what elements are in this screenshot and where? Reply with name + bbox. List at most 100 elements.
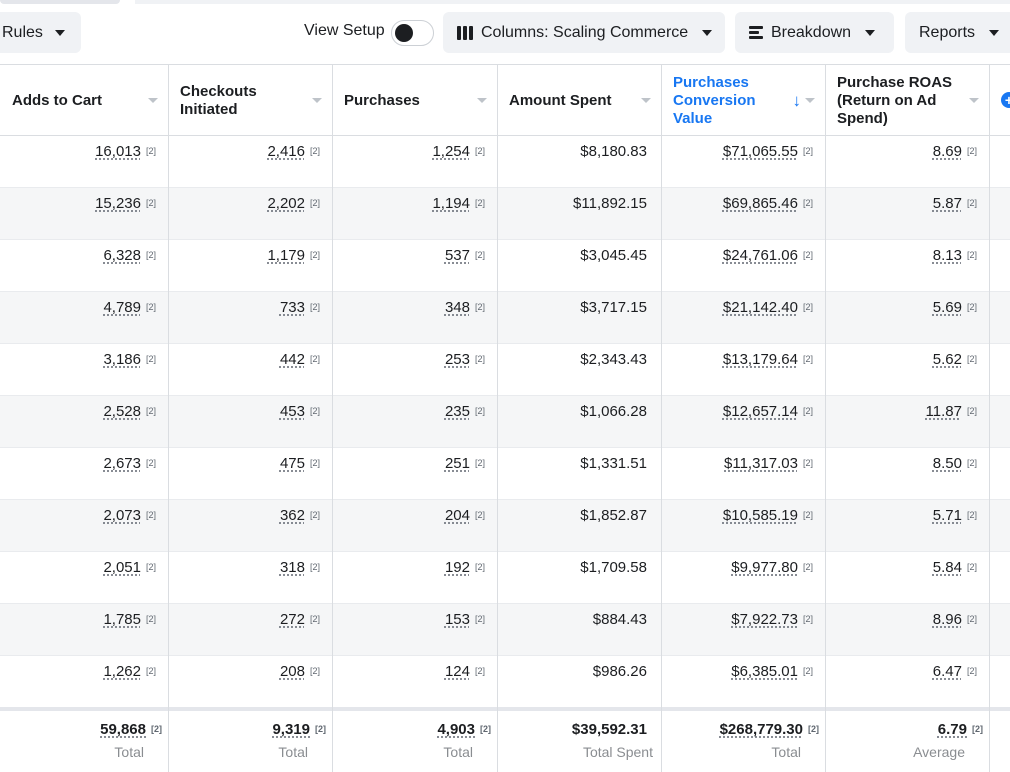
- column-menu-caret-icon[interactable]: [477, 98, 487, 103]
- column-menu-caret-icon[interactable]: [805, 98, 815, 103]
- cell-number[interactable]: 1,262: [103, 663, 141, 680]
- cell-number[interactable]: 2,073: [103, 507, 141, 524]
- cell-number[interactable]: 475: [280, 455, 305, 472]
- cell-number[interactable]: 204: [445, 507, 470, 524]
- cell-number[interactable]: 733: [280, 299, 305, 316]
- cell-number: $11,892.15: [573, 195, 647, 212]
- cell-number[interactable]: 124: [445, 663, 470, 680]
- cell-number[interactable]: 153: [445, 611, 470, 628]
- cell-number[interactable]: 235: [445, 403, 470, 420]
- cell-number[interactable]: 1,785: [103, 611, 141, 628]
- cell-number[interactable]: 5.87: [933, 195, 962, 212]
- cell-value: $11,892.15: [573, 195, 647, 212]
- table-cell-amount-spent: $8,180.83: [497, 136, 661, 188]
- cell-number[interactable]: 2,673: [103, 455, 141, 472]
- column-divider: [825, 64, 826, 772]
- column-menu-caret-icon[interactable]: [148, 98, 158, 103]
- cell-number[interactable]: 192: [445, 559, 470, 576]
- total-number[interactable]: $268,779.30: [720, 721, 803, 738]
- cell-number[interactable]: $11,317.03: [724, 455, 798, 472]
- cell-number[interactable]: 1,254: [432, 143, 470, 160]
- reports-label: Reports: [919, 23, 976, 41]
- cell-number[interactable]: 1,194: [432, 195, 470, 212]
- cell-number[interactable]: $71,065.55: [723, 143, 798, 160]
- cell-number[interactable]: 442: [280, 351, 305, 368]
- cell-number[interactable]: 208: [280, 663, 305, 680]
- add-column-icon[interactable]: +: [1001, 92, 1010, 108]
- cell-number[interactable]: 537: [445, 247, 470, 264]
- cell-number[interactable]: $10,585.19: [723, 507, 798, 524]
- cell-number[interactable]: 5.62: [933, 351, 962, 368]
- cell-number[interactable]: 272: [280, 611, 305, 628]
- cell-number[interactable]: 5.71: [933, 507, 962, 524]
- table-cell-purchases: 153 [2]: [332, 604, 497, 656]
- column-menu-caret-icon[interactable]: [641, 98, 651, 103]
- cell-number[interactable]: 253: [445, 351, 470, 368]
- cell-number[interactable]: $9,977.80: [731, 559, 798, 576]
- column-header-purchases-conversion-value[interactable]: Purchases Conversion Value ↓: [661, 65, 825, 136]
- cell-number[interactable]: 8.96: [933, 611, 962, 628]
- cell-value: $1,709.58: [580, 559, 647, 576]
- cell-number[interactable]: 8.69: [933, 143, 962, 160]
- cell-number[interactable]: $13,179.64: [723, 351, 798, 368]
- cell-number[interactable]: 8.13: [933, 247, 962, 264]
- cell-number[interactable]: $7,922.73: [731, 611, 798, 628]
- table-cell-adds-to-cart: 16,013 [2]: [0, 136, 168, 188]
- cell-number[interactable]: 2,416: [267, 143, 305, 160]
- cell-number[interactable]: $6,385.01: [731, 663, 798, 680]
- column-header-adds-to-cart[interactable]: Adds to Cart: [0, 65, 168, 136]
- total-number[interactable]: 59,868: [100, 721, 146, 738]
- breakdown-button[interactable]: Breakdown: [735, 12, 894, 53]
- column-divider: [989, 64, 990, 772]
- cell-number[interactable]: $69,865.46: [723, 195, 798, 212]
- table-cell-purchases-conversion-value: $71,065.55 [2]: [661, 136, 825, 188]
- footnote-marker: [2]: [474, 146, 485, 156]
- column-menu-caret-icon[interactable]: [312, 98, 322, 103]
- cell-number[interactable]: 5.84: [933, 559, 962, 576]
- footnote-marker: [2]: [802, 510, 813, 520]
- cell-number[interactable]: 348: [445, 299, 470, 316]
- cell-number[interactable]: 362: [280, 507, 305, 524]
- total-number[interactable]: 6.79: [938, 721, 967, 738]
- sort-descending-icon[interactable]: ↓: [793, 92, 802, 110]
- cell-number[interactable]: 251: [445, 455, 470, 472]
- total-number[interactable]: 4,903: [437, 721, 475, 738]
- cell-value: 1,262 [2]: [103, 663, 156, 680]
- table-cell-purchases: 253 [2]: [332, 344, 497, 396]
- cell-number[interactable]: 3,186: [103, 351, 141, 368]
- columns-button[interactable]: Columns: Scaling Commerce: [443, 12, 725, 53]
- cell-number[interactable]: 2,528: [103, 403, 141, 420]
- reports-button[interactable]: Reports: [905, 12, 1010, 53]
- cell-number[interactable]: 1,179: [267, 247, 305, 264]
- rules-button[interactable]: Rules: [0, 12, 81, 53]
- table-cell-purchases-conversion-value: $24,761.06 [2]: [661, 240, 825, 292]
- cell-number[interactable]: 2,202: [267, 195, 305, 212]
- footnote-marker: [2]: [145, 302, 156, 312]
- column-header-checkouts-initiated[interactable]: Checkouts Initiated: [168, 65, 332, 136]
- column-header-purchases[interactable]: Purchases: [332, 65, 497, 136]
- cell-number[interactable]: $12,657.14: [723, 403, 798, 420]
- cell-number[interactable]: 6,328: [103, 247, 141, 264]
- cell-number[interactable]: $21,142.40: [723, 299, 798, 316]
- column-header-amount-spent[interactable]: Amount Spent: [497, 65, 661, 136]
- cell-number[interactable]: 453: [280, 403, 305, 420]
- footnote-marker: [2]: [966, 146, 977, 156]
- cell-number[interactable]: 16,013: [95, 143, 141, 160]
- table-cell-adds-to-cart: 2,073 [2]: [0, 500, 168, 552]
- total-number[interactable]: 9,319: [272, 721, 310, 738]
- cell-number[interactable]: 6.47: [933, 663, 962, 680]
- cell-number[interactable]: 318: [280, 559, 305, 576]
- view-setup-toggle[interactable]: [391, 20, 434, 46]
- column-menu-caret-icon[interactable]: [969, 98, 979, 103]
- cell-number[interactable]: 2,051: [103, 559, 141, 576]
- column-header-purchase-roas[interactable]: Purchase ROAS (Return on Ad Spend): [825, 65, 989, 136]
- cell-number[interactable]: $24,761.06: [723, 247, 798, 264]
- cell-number[interactable]: 11.87: [926, 403, 962, 420]
- cell-number[interactable]: 4,789: [103, 299, 141, 316]
- cell-number[interactable]: 5.69: [933, 299, 962, 316]
- cell-number[interactable]: 8.50: [933, 455, 962, 472]
- table-row: 3,186 [2] 442 [2] 253 [2] $2,343.43 $13,179.64 […: [0, 344, 1010, 396]
- cell-number: $8,180.83: [580, 143, 647, 160]
- cell-number[interactable]: 15,236: [95, 195, 141, 212]
- breakdown-icon: [749, 26, 763, 39]
